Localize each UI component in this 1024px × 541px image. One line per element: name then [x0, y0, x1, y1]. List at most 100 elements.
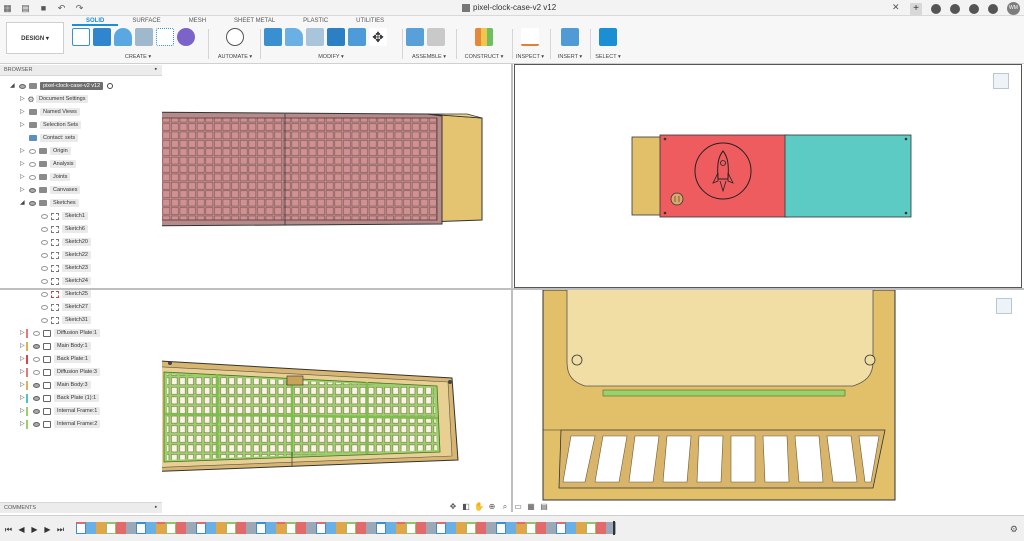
- timeline-feature-icon[interactable]: [306, 522, 316, 534]
- timeline-first-icon[interactable]: ⏮: [4, 525, 13, 534]
- sketch-item[interactable]: Sketch22: [38, 249, 91, 261]
- expand-arrow-icon[interactable]: ▷: [20, 187, 26, 194]
- timeline-feature-icon[interactable]: [126, 522, 136, 534]
- timeline-feature-icon[interactable]: [516, 522, 526, 534]
- tree-item-sketches[interactable]: ◢ Sketches: [20, 197, 79, 209]
- press-pull-icon[interactable]: [264, 28, 282, 46]
- orbit-icon[interactable]: ✥: [448, 502, 458, 512]
- viewport-area[interactable]: [0, 64, 1024, 514]
- expand-arrow-icon[interactable]: ▷: [20, 109, 26, 116]
- undo-icon[interactable]: ↶: [56, 3, 67, 14]
- notifications-icon[interactable]: [969, 3, 979, 14]
- tree-item-named-views[interactable]: ▷ Named Views: [20, 106, 80, 118]
- timeline-feature-icon[interactable]: [496, 522, 506, 534]
- timeline-feature-icon[interactable]: [486, 522, 496, 534]
- body-item[interactable]: ▷ Back Plate (1):1: [20, 392, 100, 404]
- visibility-eye-icon[interactable]: [41, 239, 48, 245]
- timeline-feature-icon[interactable]: [276, 522, 286, 534]
- construct-menu[interactable]: CONSTRUCT ▾: [460, 54, 508, 60]
- visibility-eye-icon[interactable]: [41, 213, 48, 219]
- body-item[interactable]: ▷ Main Body:3: [20, 379, 91, 391]
- timeline-marker[interactable]: [613, 521, 615, 535]
- visibility-eye-icon[interactable]: [41, 317, 48, 323]
- viewport-bottom-left[interactable]: [162, 290, 511, 512]
- automate-menu[interactable]: AUTOMATE ▾: [214, 54, 256, 60]
- new-tab-button[interactable]: +: [910, 2, 922, 15]
- timeline-feature-icon[interactable]: [296, 522, 306, 534]
- timeline-feature-icon[interactable]: [416, 522, 426, 534]
- offset-plane-icon[interactable]: [475, 28, 493, 46]
- expand-arrow-icon[interactable]: ▷: [20, 174, 26, 181]
- insert-menu[interactable]: INSERT ▾: [554, 54, 586, 60]
- tree-item-selection-sets[interactable]: ▷ Selection Sets: [20, 119, 82, 131]
- create-sketch-icon[interactable]: [72, 28, 90, 46]
- timeline-feature-icon[interactable]: [226, 522, 236, 534]
- body-item[interactable]: ▷ Back Plate:1: [20, 353, 91, 365]
- timeline-feature-icon[interactable]: [526, 522, 536, 534]
- grid-settings-icon[interactable]: ▦: [526, 502, 536, 512]
- move-copy-icon[interactable]: ✥: [369, 28, 387, 46]
- file-menu-icon[interactable]: ▤: [20, 3, 31, 14]
- modify-menu[interactable]: MODIFY ▾: [264, 54, 398, 60]
- insert-image-icon[interactable]: [561, 28, 579, 46]
- timeline-last-icon[interactable]: ⏭: [56, 525, 65, 534]
- timeline-feature-icon[interactable]: [136, 522, 146, 534]
- redo-icon[interactable]: ↷: [74, 3, 85, 14]
- timeline-feature-icon[interactable]: [356, 522, 366, 534]
- timeline-feature-icon[interactable]: [316, 522, 326, 534]
- timeline-play-icon[interactable]: ▶: [30, 525, 39, 534]
- expand-arrow-icon[interactable]: ▷: [20, 161, 26, 168]
- browser-close-icon[interactable]: ▪: [155, 66, 157, 73]
- timeline-feature-icon[interactable]: [466, 522, 476, 534]
- viewport-top-left[interactable]: [162, 64, 511, 288]
- new-component-icon[interactable]: [406, 28, 424, 46]
- look-at-icon[interactable]: ◧: [461, 502, 471, 512]
- visibility-eye-icon[interactable]: [33, 330, 40, 336]
- timeline-feature-icon[interactable]: [186, 522, 196, 534]
- display-settings-icon[interactable]: ▭: [513, 502, 523, 512]
- viewport-top-right[interactable]: [514, 64, 1022, 288]
- viewport-splitter-vertical[interactable]: [511, 64, 513, 512]
- visibility-eye-icon[interactable]: [41, 304, 48, 310]
- timeline-feature-icon[interactable]: [146, 522, 156, 534]
- visibility-eye-icon[interactable]: [41, 252, 48, 258]
- tab-surface[interactable]: SURFACE: [118, 17, 174, 26]
- sketch-item[interactable]: Sketch23: [38, 262, 91, 274]
- select-menu[interactable]: SELECT ▾: [592, 54, 624, 60]
- timeline-feature-icon[interactable]: [596, 522, 606, 534]
- timeline-feature-icon[interactable]: [436, 522, 446, 534]
- visibility-eye-icon[interactable]: [33, 343, 40, 349]
- body-item[interactable]: ▷ Diffusion Plate:1: [20, 327, 100, 339]
- timeline-feature-icon[interactable]: [286, 522, 296, 534]
- automate-icon[interactable]: [226, 28, 244, 46]
- sketch-item[interactable]: Sketch1: [38, 210, 88, 222]
- tree-item-contact-sets[interactable]: ▷ Contact: sets: [20, 132, 79, 144]
- pan-hand-icon[interactable]: ✋: [474, 502, 484, 512]
- visibility-eye-icon[interactable]: [41, 226, 48, 232]
- timeline-feature-icon[interactable]: [256, 522, 266, 534]
- timeline-feature-icon[interactable]: [266, 522, 276, 534]
- visibility-eye-icon[interactable]: [33, 369, 40, 375]
- timeline-feature-icon[interactable]: [446, 522, 456, 534]
- timeline-feature-icon[interactable]: [156, 522, 166, 534]
- timeline-feature-icon[interactable]: [346, 522, 356, 534]
- timeline-feature-icon[interactable]: [196, 522, 206, 534]
- body-item[interactable]: ▷ Diffusion Plate:3: [20, 366, 100, 378]
- visibility-eye-icon[interactable]: [33, 408, 40, 414]
- tab-solid[interactable]: SOLID: [72, 17, 119, 26]
- body-item[interactable]: ▷ Internal Frame:2: [20, 418, 101, 430]
- visibility-eye-icon[interactable]: [41, 278, 48, 284]
- viewport-bottom-right[interactable]: [513, 290, 1024, 512]
- timeline-feature-icon[interactable]: [326, 522, 336, 534]
- zoom-window-icon[interactable]: ⌕: [500, 502, 510, 512]
- timeline-feature-icon[interactable]: [176, 522, 186, 534]
- timeline-feature-icon[interactable]: [166, 522, 176, 534]
- workspace-selector[interactable]: DESIGN ▾: [6, 22, 64, 54]
- user-avatar[interactable]: WM: [1007, 2, 1020, 15]
- help-icon[interactable]: [988, 3, 998, 14]
- viewcube-icon[interactable]: [996, 298, 1012, 314]
- visibility-eye-icon[interactable]: [33, 421, 40, 427]
- zoom-icon[interactable]: ⊕: [487, 502, 497, 512]
- viewcube-icon[interactable]: [993, 73, 1009, 89]
- sketch-item[interactable]: Sketch31: [38, 314, 91, 326]
